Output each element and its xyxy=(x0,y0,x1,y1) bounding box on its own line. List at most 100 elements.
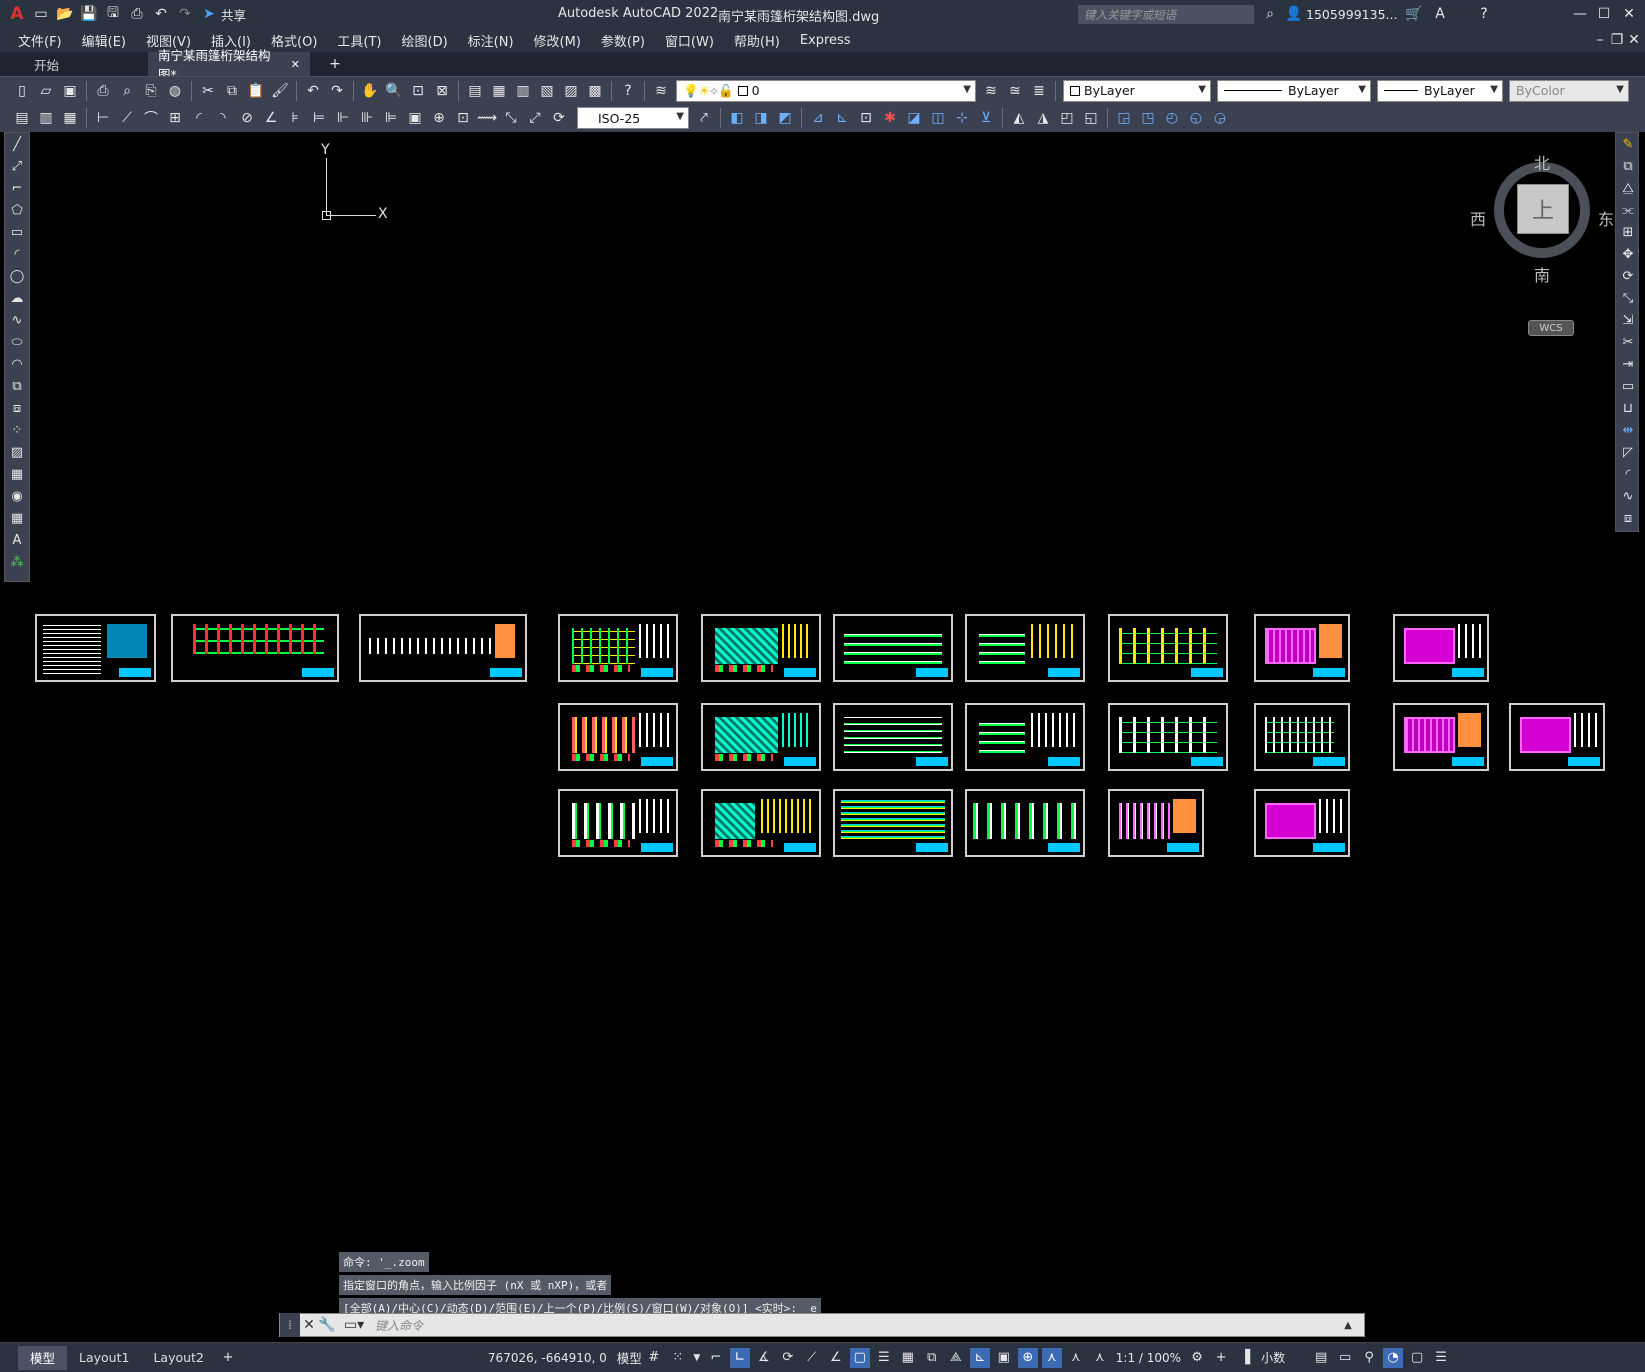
close-icon[interactable]: ✕ xyxy=(1618,3,1640,25)
command-close-icon[interactable]: ✕ xyxy=(301,1314,317,1336)
extend-icon[interactable]: ⇥ xyxy=(1616,353,1640,375)
copy-object-icon[interactable]: ⧉ xyxy=(1616,155,1640,177)
plus-icon[interactable]: + xyxy=(1211,1348,1231,1368)
undo-tool-icon[interactable]: ↶ xyxy=(302,80,324,102)
dim-ordinate-icon[interactable]: ⊞ xyxy=(164,107,186,129)
ucs-previous-icon[interactable]: ⊡ xyxy=(855,107,877,129)
visual-style-realistic-icon[interactable]: ◰ xyxy=(1056,107,1078,129)
offset-icon[interactable]: ⫘ xyxy=(1616,199,1640,221)
drawing-sheet[interactable] xyxy=(965,789,1085,857)
menu-tools[interactable]: 工具(T) xyxy=(327,31,391,50)
layer-previous-icon[interactable]: ≊ xyxy=(1004,80,1026,102)
autocad-logo-icon[interactable]: A xyxy=(6,3,28,25)
drawing-sheet[interactable] xyxy=(558,703,678,771)
search-input[interactable]: 键入关键字或短语 xyxy=(1078,5,1254,24)
drawing-sheet[interactable] xyxy=(1108,789,1204,857)
minimize-icon[interactable]: — xyxy=(1569,3,1591,25)
lineweight-icon[interactable]: ☰ xyxy=(874,1348,894,1368)
solid-box-icon[interactable]: ◲ xyxy=(1113,107,1135,129)
print-icon[interactable]: ⎙ xyxy=(126,3,148,25)
lock-ui-icon[interactable]: ▭ xyxy=(1335,1348,1355,1368)
autodesk-a-icon[interactable]: A xyxy=(1429,3,1451,25)
chevron-down-icon[interactable]: ▼ xyxy=(692,1348,702,1368)
new-icon[interactable]: ▭ xyxy=(30,3,52,25)
join-icon[interactable]: ⇹ xyxy=(1616,419,1640,441)
sheet-set-icon[interactable]: ▧ xyxy=(536,80,558,102)
layout-tab-layout2[interactable]: Layout2 xyxy=(141,1350,215,1365)
draw-order-front-icon[interactable]: ▥ xyxy=(35,107,57,129)
ucs-world-icon[interactable]: ⊾ xyxy=(831,107,853,129)
mirror-icon[interactable]: ⧋ xyxy=(1616,177,1640,199)
plotstyle-select[interactable]: ByColor ▼ xyxy=(1509,79,1629,102)
drawing-sheet[interactable] xyxy=(965,614,1085,682)
fillet-icon[interactable]: ◜ xyxy=(1616,463,1640,485)
drawing-sheet[interactable] xyxy=(1254,703,1350,771)
drawing-sheet[interactable] xyxy=(701,614,821,682)
dim-aligned-icon[interactable]: ⟋ xyxy=(116,107,138,129)
table-icon[interactable]: ▦ xyxy=(5,507,29,529)
menu-help[interactable]: 帮助(H) xyxy=(724,31,790,50)
preview-icon[interactable]: ⌕ xyxy=(116,80,138,102)
settings-icon[interactable]: ⚙ xyxy=(1187,1348,1207,1368)
dim-baseline-icon[interactable]: ⊨ xyxy=(308,107,330,129)
dim-space-icon[interactable]: ⊪ xyxy=(356,107,378,129)
menu-edit[interactable]: 编辑(E) xyxy=(72,31,136,50)
design-center-icon[interactable]: ▦ xyxy=(488,80,510,102)
dimstyle-select[interactable]: ISO-25 ▼ xyxy=(577,107,689,129)
help-tool-icon[interactable]: ? xyxy=(617,80,639,102)
lineweight-select[interactable]: ByLayer ▼ xyxy=(1377,79,1503,102)
menu-file[interactable]: 文件(F) xyxy=(8,31,72,50)
annotation-scale-icon[interactable]: ⋏ xyxy=(1090,1348,1110,1368)
command-grip-icon[interactable]: ⁞ xyxy=(280,1313,300,1337)
infer-constraints-icon[interactable]: ⌐ xyxy=(706,1348,726,1368)
blend-icon[interactable]: ∿ xyxy=(1616,485,1640,507)
ucs-zaxis-icon[interactable]: ⊻ xyxy=(975,107,997,129)
dim-diameter-icon[interactable]: ⊘ xyxy=(236,107,258,129)
drawing-sheet[interactable] xyxy=(701,789,821,857)
polar-icon[interactable]: ∡ xyxy=(754,1348,774,1368)
properties-icon[interactable]: ▤ xyxy=(464,80,486,102)
view-back-icon[interactable]: ◨ xyxy=(750,107,772,129)
redo-tool-icon[interactable]: ↷ xyxy=(326,80,348,102)
gradient-icon[interactable]: ▦ xyxy=(5,463,29,485)
units-icon[interactable]: ▐ xyxy=(1235,1348,1255,1368)
drawing-sheet[interactable] xyxy=(171,614,339,682)
dim-edit-icon[interactable]: ⤡ xyxy=(500,107,522,129)
clean-screen-icon[interactable]: ▢ xyxy=(1407,1348,1427,1368)
drawing-sheet[interactable] xyxy=(1108,703,1228,771)
layout-tab-model[interactable]: 模型 xyxy=(18,1345,68,1370)
object-snap-tracking-icon[interactable]: ∠ xyxy=(826,1348,846,1368)
share-icon[interactable]: ➤ xyxy=(198,3,220,25)
annotation-visibility-icon[interactable]: ⋏ xyxy=(1041,1347,1062,1368)
drawing-sheet[interactable] xyxy=(833,703,953,771)
mtext-icon[interactable]: A xyxy=(5,529,29,551)
drawing-area[interactable]: Y X 上 北 南 西 东 WCS xyxy=(32,132,1614,1340)
drawing-sheet[interactable] xyxy=(701,703,821,771)
markup-icon[interactable]: ▨ xyxy=(560,80,582,102)
layer-select[interactable]: 💡 ☀ ⟡ 🔓 0 ▼ xyxy=(676,79,976,102)
add-layout-icon[interactable]: + xyxy=(218,1348,238,1368)
zoom-window-icon[interactable]: ⊡ xyxy=(407,80,429,102)
inspect-icon[interactable]: ⊡ xyxy=(452,107,474,129)
drawing-sheet[interactable] xyxy=(965,703,1085,771)
zoom-previous-icon[interactable]: ⊠ xyxy=(431,80,453,102)
user-icon[interactable]: 👤 xyxy=(1283,3,1305,25)
circle-icon[interactable]: ◯ xyxy=(5,265,29,287)
customize-icon[interactable]: ☰ xyxy=(1431,1348,1451,1368)
drawing-sheet[interactable] xyxy=(35,614,156,682)
quick-properties-icon[interactable]: ▤ xyxy=(1311,1348,1331,1368)
center-mark-icon[interactable]: ⊕ xyxy=(428,107,450,129)
menu-parameter[interactable]: 参数(P) xyxy=(591,31,655,50)
ucs-face-icon[interactable]: ✱ xyxy=(879,107,901,129)
stretch-icon[interactable]: ⇲ xyxy=(1616,309,1640,331)
ucs-view-icon[interactable]: ◫ xyxy=(927,107,949,129)
user-name[interactable]: 1505999135... xyxy=(1306,7,1397,22)
viewcube-north[interactable]: 北 xyxy=(1534,150,1550,174)
undo-icon[interactable]: ↶ xyxy=(150,3,172,25)
drawing-sheet[interactable] xyxy=(1393,703,1489,771)
ucs-origin-icon[interactable]: ⊹ xyxy=(951,107,973,129)
save-file-icon[interactable]: ▣ xyxy=(59,80,81,102)
chamfer-icon[interactable]: ◸ xyxy=(1616,441,1640,463)
drawing-sheet[interactable] xyxy=(833,789,953,857)
snap-icon[interactable]: ⁙ xyxy=(668,1348,688,1368)
